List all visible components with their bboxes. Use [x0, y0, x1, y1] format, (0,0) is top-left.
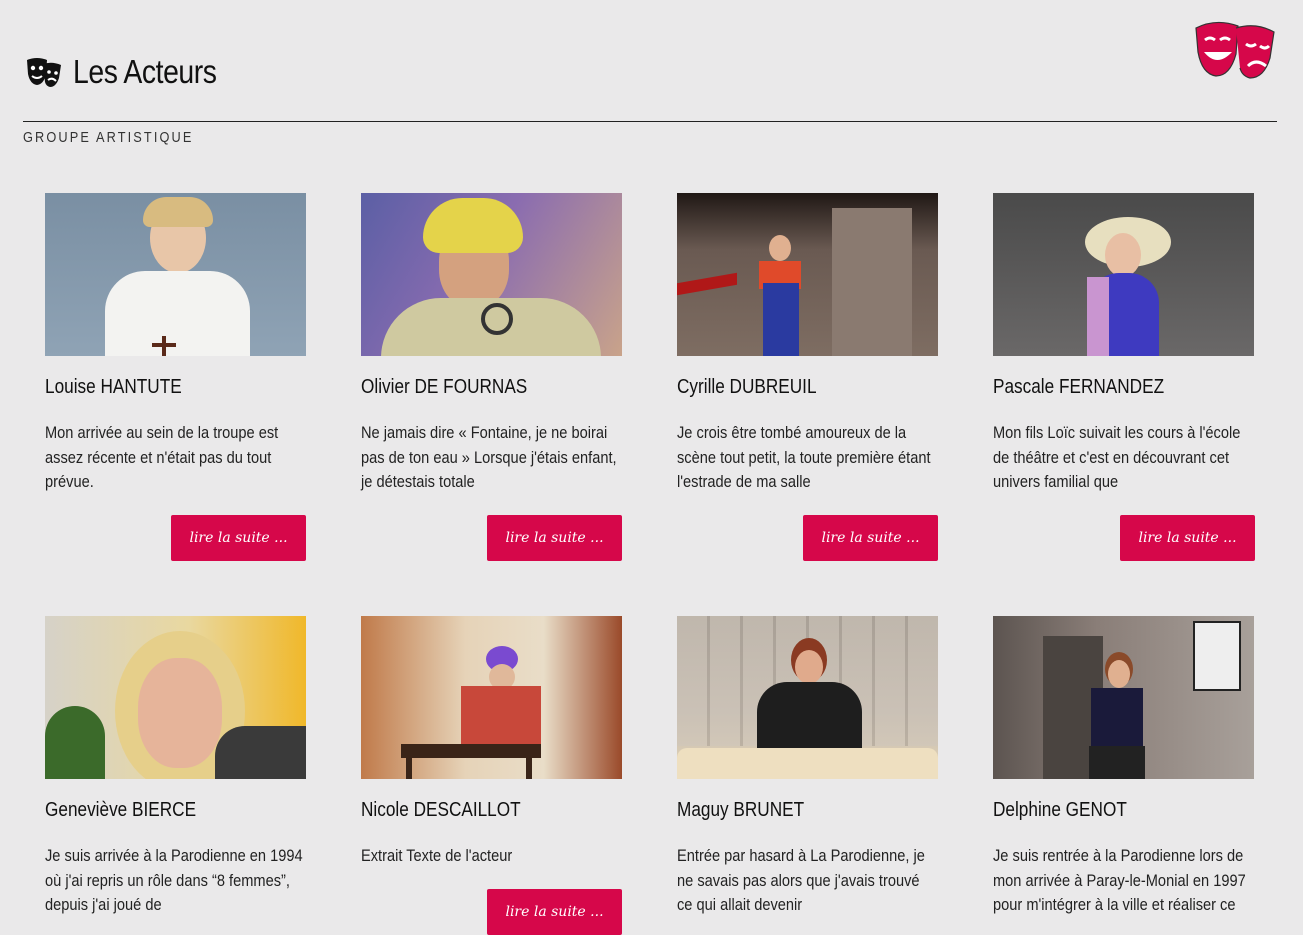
actor-photo[interactable]: [45, 193, 306, 356]
actor-card: Delphine GENOT Je suis rentrée à la Paro…: [993, 616, 1255, 914]
actor-photo[interactable]: [361, 193, 622, 356]
actor-excerpt: Entrée par hasard à La Parodienne, je ne…: [677, 846, 925, 914]
actor-card: Louise HANTUTE Mon arrivée au sein de la…: [45, 193, 307, 561]
actor-card: Olivier DE FOURNAS Ne jamais dire « Font…: [361, 193, 623, 561]
actor-card: Pascale FERNANDEZ Mon fils Loïc suivait …: [993, 193, 1255, 561]
actor-excerpt: Je crois être tombé amoureux de la scène…: [677, 423, 931, 491]
actor-card: Nicole DESCAILLOT Extrait Texte de l'act…: [361, 616, 623, 935]
actor-photo[interactable]: [993, 193, 1254, 356]
read-more-button[interactable]: lire la suite ...: [487, 515, 622, 561]
actor-card: Cyrille DUBREUIL Je crois être tombé amo…: [677, 193, 939, 561]
read-more-button[interactable]: lire la suite ...: [1120, 515, 1255, 561]
read-more-button[interactable]: lire la suite ...: [803, 515, 938, 561]
actor-excerpt: Mon arrivée au sein de la troupe est ass…: [45, 423, 279, 491]
actor-name: Louise HANTUTE: [45, 376, 182, 398]
actor-photo[interactable]: [677, 616, 938, 779]
actor-excerpt: Je suis rentrée à la Parodienne lors de …: [993, 846, 1246, 914]
actor-photo[interactable]: [361, 616, 622, 779]
actor-name: Geneviève BIERCE: [45, 799, 197, 821]
actor-excerpt: Mon fils Loïc suivait les cours à l'écol…: [993, 423, 1241, 491]
actor-excerpt: Extrait Texte de l'acteur: [361, 846, 513, 865]
actor-card: Geneviève BIERCE Je suis arrivée à la Pa…: [45, 616, 307, 914]
actors-grid: Louise HANTUTE Mon arrivée au sein de la…: [0, 0, 1303, 935]
read-more-button[interactable]: lire la suite ...: [171, 515, 306, 561]
actor-name: Delphine GENOT: [993, 799, 1127, 821]
actor-photo[interactable]: [677, 193, 938, 356]
actor-card: Maguy BRUNET Entrée par hasard à La Paro…: [677, 616, 939, 914]
actor-photo[interactable]: [45, 616, 306, 779]
actor-name: Pascale FERNANDEZ: [993, 376, 1165, 398]
actor-name: Cyrille DUBREUIL: [677, 376, 817, 398]
actor-name: Nicole DESCAILLOT: [361, 799, 521, 821]
actor-name: Maguy BRUNET: [677, 799, 805, 821]
actor-name: Olivier DE FOURNAS: [361, 376, 528, 398]
read-more-button[interactable]: lire la suite ...: [487, 889, 622, 935]
actor-excerpt: Ne jamais dire « Fontaine, je ne boirai …: [361, 423, 617, 491]
actor-photo[interactable]: [993, 616, 1254, 779]
actor-excerpt: Je suis arrivée à la Parodienne en 1994 …: [45, 846, 303, 914]
